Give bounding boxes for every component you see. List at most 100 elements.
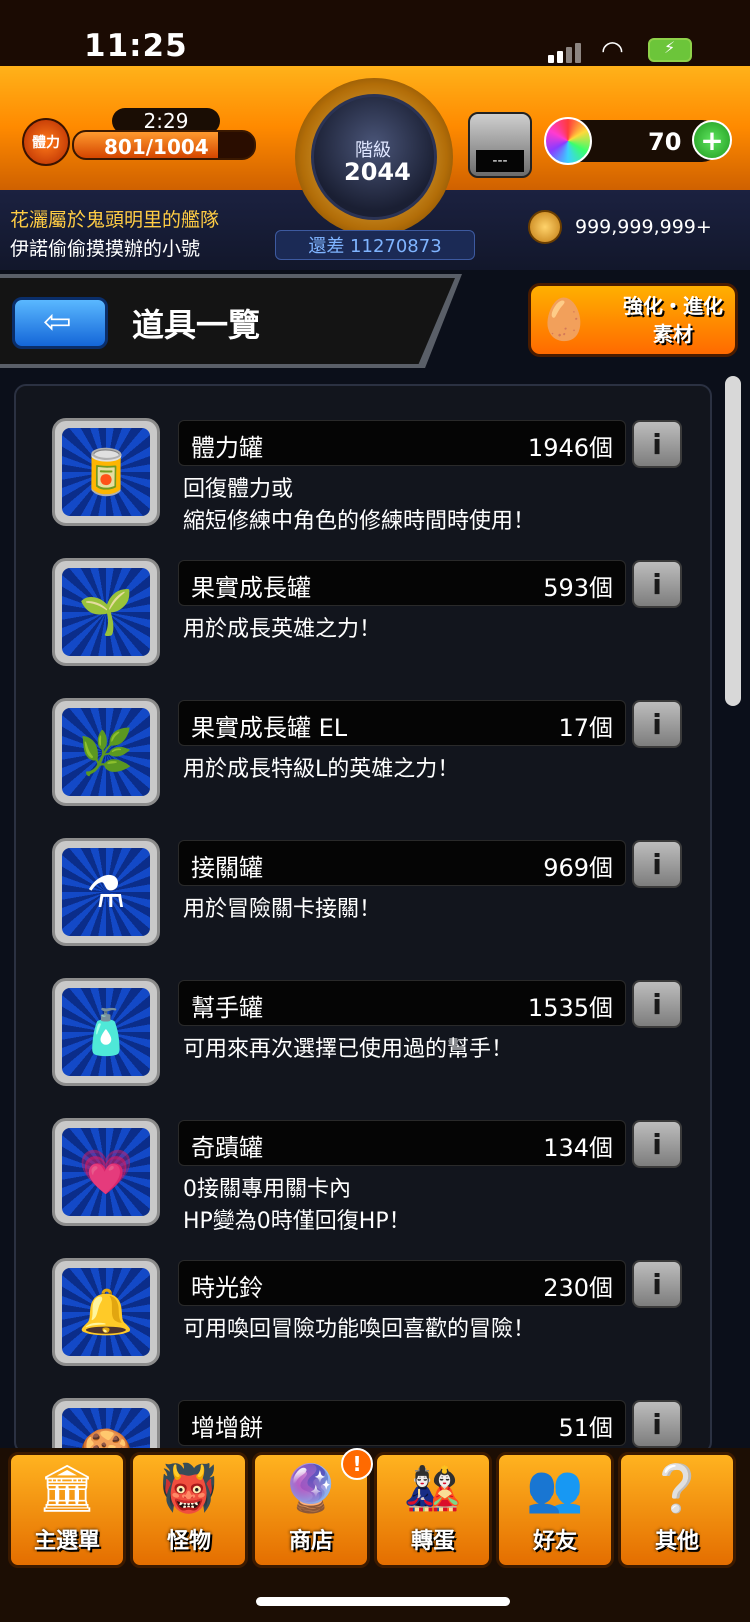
item-description: 用於成長英雄之力！ <box>183 617 382 642</box>
team-line-2: 伊諾偷偷摸摸辦的小號 <box>10 238 201 260</box>
item-row[interactable]: 🧴 幫手罐 1535個 i 可用來再次選擇已使用過的幫手！ <box>0 978 750 1118</box>
monster-icon: 👹 <box>160 1461 218 1515</box>
time-bell-icon: 🔔 <box>78 1287 134 1338</box>
nav-label: 主選單 <box>33 1529 100 1554</box>
item-icon-frame: 🧴 <box>52 978 160 1086</box>
item-name: 奇蹟罐 <box>191 1134 263 1162</box>
item-icon-bg: ⚗ <box>62 848 150 936</box>
gold-count: 999,999,999+ <box>575 216 712 238</box>
item-icon-frame: 🥫 <box>52 418 160 526</box>
item-row[interactable]: 💗 奇蹟罐 134個 i 0接關專用關卡內 HP變為0時僅回復HP！ <box>0 1118 750 1258</box>
status-time: 11:25 <box>84 28 188 64</box>
item-name: 接關罐 <box>191 854 263 882</box>
item-name: 果實成長罐 <box>191 574 311 602</box>
nav-label: 好友 <box>532 1529 577 1554</box>
item-row[interactable]: 🔔 時光鈴 230個 i 可用喚回冒險功能喚回喜歡的冒險！ <box>0 1258 750 1398</box>
shop-notification-badge: ! <box>341 1448 373 1480</box>
item-icon-bg: 🥫 <box>62 428 150 516</box>
page-title: 道具一覽 <box>132 306 261 344</box>
item-icon-bg: 🌿 <box>62 708 150 796</box>
enhance-label: 強化・進化 素材 <box>623 294 723 346</box>
nav-main-menu[interactable]: 🏛 主選單 <box>8 1452 126 1568</box>
item-name: 時光鈴 <box>191 1274 263 1302</box>
item-info-button[interactable]: i <box>632 560 682 608</box>
back-button[interactable]: ⇦ <box>12 297 108 349</box>
item-count: 17個 <box>558 714 613 742</box>
item-name-bar: 奇蹟罐 134個 <box>178 1120 626 1166</box>
item-icon-bg: 🔔 <box>62 1268 150 1356</box>
info-icon: i <box>652 1267 662 1301</box>
item-description: 可用喚回冒險功能喚回喜歡的冒險！ <box>183 1317 536 1342</box>
gold-coin-icon <box>528 210 562 244</box>
item-name-bar: 幫手罐 1535個 <box>178 980 626 1026</box>
item-name-bar: 果實成長罐 EL 17個 <box>178 700 626 746</box>
item-icon-bg: 💗 <box>62 1128 150 1216</box>
item-description: 可用來再次選擇已使用過的幫手！ <box>183 1037 514 1062</box>
info-icon: i <box>652 427 662 461</box>
item-row[interactable]: 🌱 果實成長罐 593個 i 用於成長英雄之力！ <box>0 558 750 698</box>
next-rank-text: 還差 11270873 <box>308 236 442 257</box>
item-name-bar: 體力罐 1946個 <box>178 420 626 466</box>
item-info-button[interactable]: i <box>632 980 682 1028</box>
orb-count: 70 <box>648 128 682 156</box>
item-row[interactable]: 🥫 體力罐 1946個 i 回復體力或 縮短修練中角色的修練時間時使用！ <box>0 418 750 558</box>
gacha-icon: 🎎 <box>404 1461 462 1515</box>
fruit-growth-can-el-icon: 🌿 <box>78 727 134 778</box>
helper-can-icon: 🧴 <box>78 1007 134 1058</box>
info-icon: i <box>652 1127 662 1161</box>
item-name: 果實成長罐 EL <box>191 714 348 742</box>
item-row[interactable]: 🌿 果實成長罐 EL 17個 i 用於成長特級L的英雄之力！ <box>0 698 750 838</box>
info-icon: i <box>652 1407 662 1441</box>
item-count: 1946個 <box>527 434 613 462</box>
home-indicator[interactable] <box>256 1597 510 1606</box>
stamina-value: 801/1004 <box>104 135 209 159</box>
info-icon: i <box>652 707 662 741</box>
friends-icon: 👥 <box>526 1461 584 1515</box>
item-icon-frame: 🌿 <box>52 698 160 806</box>
item-count: 230個 <box>543 1274 613 1302</box>
stamina-icon: 體力 <box>22 118 70 166</box>
signal-icon <box>548 43 584 63</box>
monster-egg-icon: 🥚 <box>539 297 589 343</box>
item-name: 增增餅 <box>191 1414 263 1442</box>
nav-gacha[interactable]: 🎎 轉蛋 <box>374 1452 492 1568</box>
enhance-evolve-materials-button[interactable]: 🥚 強化・進化 素材 <box>528 283 738 357</box>
item-count: 969個 <box>543 854 613 882</box>
item-name-bar: 時光鈴 230個 <box>178 1260 626 1306</box>
battery-icon: ⚡ <box>648 38 692 62</box>
fruit-growth-can-icon: 🌱 <box>78 587 134 638</box>
item-name-bar: 接關罐 969個 <box>178 840 626 886</box>
item-name-bar: 增增餅 51個 <box>178 1400 626 1446</box>
info-icon: i <box>652 987 662 1021</box>
item-info-button[interactable]: i <box>632 1400 682 1448</box>
item-info-button[interactable]: i <box>632 420 682 468</box>
item-count: 593個 <box>543 574 613 602</box>
nav-label: 怪物 <box>166 1529 211 1554</box>
item-count: 1535個 <box>527 994 613 1022</box>
item-name: 體力罐 <box>191 434 263 462</box>
item-info-button[interactable]: i <box>632 1120 682 1168</box>
continue-can-icon: ⚗ <box>86 866 126 918</box>
item-icon-bg: 🧴 <box>62 988 150 1076</box>
item-info-button[interactable]: i <box>632 840 682 888</box>
item-row[interactable]: ⚗ 接關罐 969個 i 用於冒險關卡接關！ <box>0 838 750 978</box>
nav-monster[interactable]: 👹 怪物 <box>130 1452 248 1568</box>
item-info-button[interactable]: i <box>632 700 682 748</box>
item-icon-frame: 🌱 <box>52 558 160 666</box>
other-icon: ❔ <box>648 1461 706 1515</box>
nav-label: 商店 <box>288 1529 333 1554</box>
info-icon: i <box>652 847 662 881</box>
add-orbs-button[interactable]: + <box>692 120 732 160</box>
stamina-can-icon: 🥫 <box>78 447 134 498</box>
nav-other[interactable]: ❔ 其他 <box>618 1452 736 1568</box>
nav-label: 轉蛋 <box>410 1529 455 1554</box>
nav-friends[interactable]: 👥 好友 <box>496 1452 614 1568</box>
item-info-button[interactable]: i <box>632 1260 682 1308</box>
rank-value: 2044 <box>344 158 411 186</box>
back-arrow-icon: ⇦ <box>43 302 72 342</box>
nav-label: 其他 <box>654 1529 699 1554</box>
orb-counter-icon[interactable]: --- <box>468 112 532 178</box>
item-icon-frame: 🔔 <box>52 1258 160 1366</box>
item-description: 0接關專用關卡內 HP變為0時僅回復HP！ <box>183 1177 411 1234</box>
item-icon-frame: ⚗ <box>52 838 160 946</box>
